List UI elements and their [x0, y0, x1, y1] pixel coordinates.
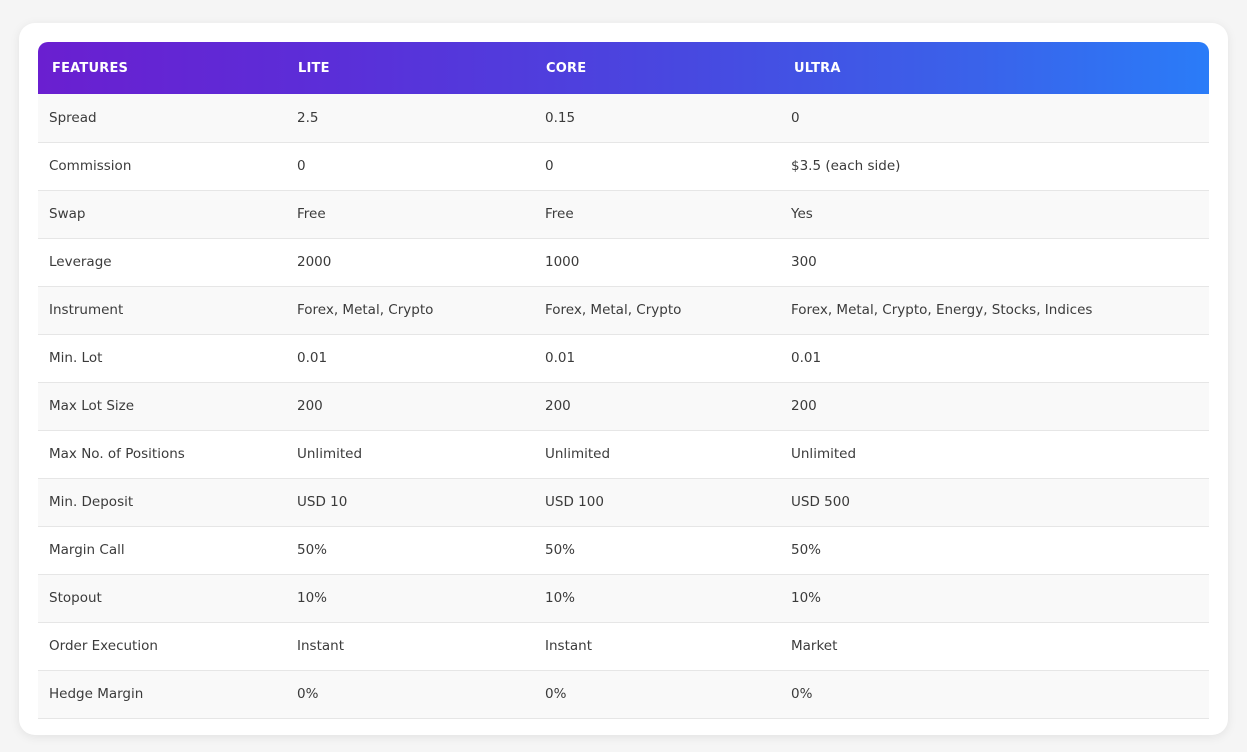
table-row: Leverage 2000 1000 300 — [38, 238, 1209, 286]
table-row: Commission 0 0 $3.5 (each side) — [38, 142, 1209, 190]
cell-core: 0.15 — [545, 109, 576, 126]
cell-feature: Max No. of Positions — [49, 446, 185, 462]
cell-lite: 0 — [297, 158, 306, 174]
table-row: Stopout 10% 10% 10% — [38, 574, 1209, 622]
cell-core: Instant — [545, 638, 592, 654]
cell-core: 10% — [545, 590, 576, 606]
cell-core: Free — [545, 206, 574, 222]
cell-ultra: Market — [791, 638, 838, 654]
table-row: Min. Lot 0.01 0.01 0.01 — [38, 334, 1209, 382]
cell-feature: Instrument — [49, 302, 124, 318]
cell-lite: Forex, Metal, Crypto — [297, 302, 434, 318]
account-comparison-table-wrap: FEATURES LITE CORE ULTRA Spread 2.5 0.15 0 C… — [38, 42, 1209, 719]
table-row: Min. Deposit USD 10 USD 100 USD 500 — [38, 478, 1209, 526]
table-header-row: FEATURES LITE CORE ULTRA — [38, 42, 1209, 94]
cell-feature: Margin Call — [49, 542, 125, 558]
cell-lite: 2.5 — [297, 109, 319, 126]
cell-ultra: 50% — [791, 542, 822, 558]
cell-lite: Free — [297, 206, 326, 222]
table-row: Instrument Forex, Metal, Crypto Forex, Met… — [38, 286, 1209, 334]
cell-lite: 50% — [297, 542, 328, 558]
cell-feature: Commission — [49, 158, 132, 174]
cell-feature: Spread — [49, 109, 97, 126]
cell-core: 1000 — [545, 254, 580, 270]
cell-feature: Order Execution — [49, 638, 158, 654]
cell-core: 0% — [545, 686, 567, 702]
cell-lite: USD 10 — [297, 494, 348, 510]
cell-core: 0 — [545, 158, 554, 174]
table-row: Max Lot Size 200 200 200 — [38, 382, 1209, 430]
header-core: CORE — [546, 60, 587, 76]
table-row: Swap Free Free Yes — [38, 190, 1209, 238]
cell-core: 200 — [545, 398, 571, 414]
cell-ultra: 0% — [791, 686, 813, 702]
cell-ultra: 200 — [791, 398, 817, 414]
cell-ultra: Yes — [791, 206, 813, 222]
cell-core: USD 100 — [545, 494, 604, 510]
cell-ultra: Unlimited — [791, 446, 857, 462]
table-row: Spread 2.5 0.15 0 — [38, 94, 1209, 142]
table-row: Margin Call 50% 50% 50% — [38, 526, 1209, 574]
cell-ultra: 300 — [791, 254, 817, 270]
table-row: Hedge Margin 0% 0% 0% — [38, 670, 1209, 718]
account-comparison-table: FEATURES LITE CORE ULTRA Spread 2.5 0.15 0 C… — [38, 42, 1209, 719]
table-row: Order Execution Instant Instant Market — [38, 622, 1209, 670]
cell-lite: 2000 — [297, 254, 332, 270]
cell-lite: 200 — [297, 398, 323, 414]
cell-lite: Unlimited — [297, 446, 363, 462]
cell-feature: Max Lot Size — [49, 398, 135, 414]
table-row: Max No. of Positions Unlimited Unlimited Un… — [38, 430, 1209, 478]
cell-ultra: USD 500 — [791, 494, 850, 510]
cell-lite: 0% — [297, 686, 319, 702]
table-body: Spread 2.5 0.15 0 Commission 0 0 $3.5 (each sid… — [38, 94, 1209, 718]
cell-ultra: $3.5 (each side) — [791, 158, 901, 174]
cell-feature: Min. Deposit — [49, 494, 134, 510]
comparison-card: FEATURES LITE CORE ULTRA Spread 2.5 0.15 0 C… — [19, 23, 1228, 735]
cell-ultra: 0.01 — [791, 350, 822, 366]
cell-ultra: 0 — [791, 109, 800, 126]
cell-feature: Stopout — [49, 590, 102, 606]
cell-core: Forex, Metal, Crypto — [545, 302, 682, 318]
cell-lite: Instant — [297, 638, 344, 654]
cell-core: 0.01 — [545, 350, 576, 366]
cell-feature: Leverage — [49, 254, 112, 270]
cell-ultra: Forex, Metal, Crypto, Energy, Stocks, In… — [791, 302, 1093, 318]
cell-feature: Swap — [49, 206, 86, 222]
header-lite: LITE — [298, 60, 330, 76]
cell-core: 50% — [545, 542, 576, 558]
cell-core: Unlimited — [545, 446, 611, 462]
cell-feature: Min. Lot — [49, 350, 103, 366]
cell-lite: 10% — [297, 590, 328, 606]
header-features: FEATURES — [52, 60, 129, 76]
header-ultra: ULTRA — [794, 60, 841, 76]
cell-lite: 0.01 — [297, 350, 328, 366]
cell-feature: Hedge Margin — [49, 686, 144, 702]
cell-ultra: 10% — [791, 590, 822, 606]
